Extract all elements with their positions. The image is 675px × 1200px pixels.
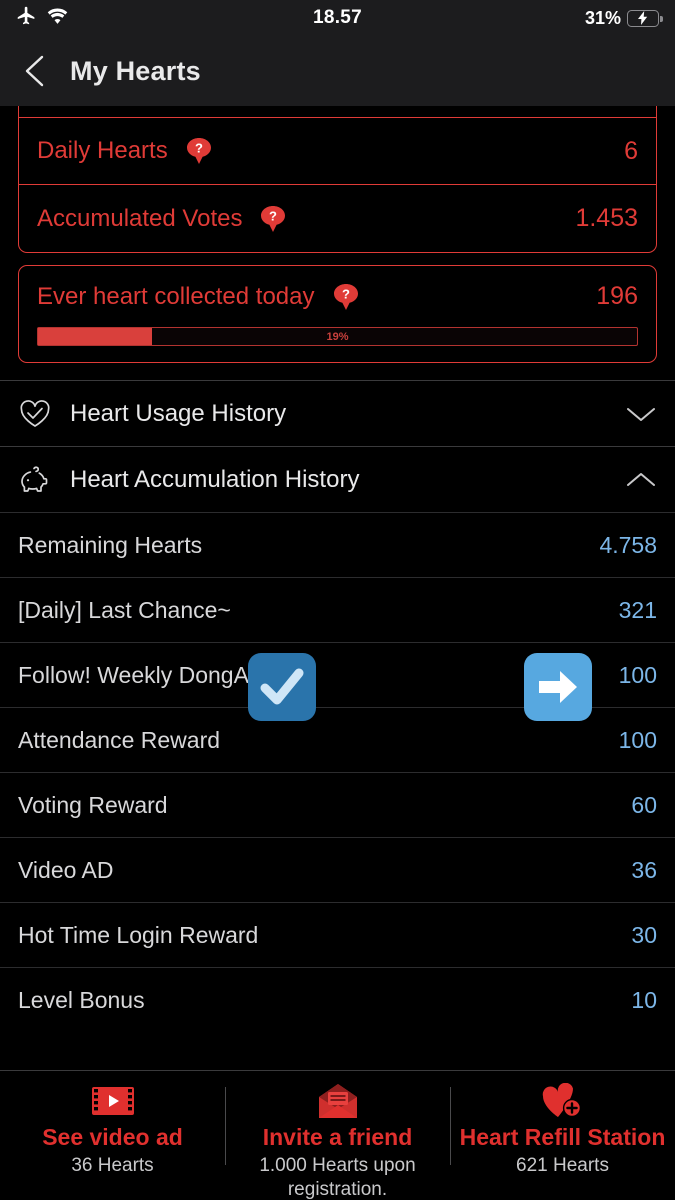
bottom-action-bar: See video ad 36 Hearts Invite a friend 1…: [0, 1070, 675, 1200]
bottom-action-invite-a-friend[interactable]: Invite a friend 1.000 Hearts upon regist…: [225, 1081, 450, 1200]
summary-row-label: Accumulated Votes: [37, 204, 243, 232]
airplane-mode-icon: [16, 5, 37, 31]
today-heart-header: Ever heart collected today ? 196: [37, 282, 638, 311]
svg-text:?: ?: [269, 208, 277, 223]
bottom-action-see-video-ad[interactable]: See video ad 36 Hearts: [0, 1081, 225, 1178]
heart-plus-icon: [541, 1081, 585, 1121]
table-row[interactable]: Hot Time Login Reward 30: [0, 902, 675, 967]
row-label: Level Bonus: [18, 986, 145, 1013]
bottom-action-subtitle: 36 Hearts: [71, 1155, 154, 1176]
today-heart-value: 196: [596, 282, 638, 310]
row-label: Attendance Reward: [18, 726, 221, 753]
row-value: 30: [631, 921, 657, 948]
bottom-action-title: Invite a friend: [262, 1124, 413, 1150]
table-row[interactable]: Level Bonus 10: [0, 967, 675, 1032]
summary-card: Daily Hearts ? 6 Accumulated Votes ? 1.4…: [18, 106, 657, 253]
status-bar-right: 31%: [584, 7, 663, 29]
section-label: Heart Accumulation History: [70, 465, 360, 493]
row-label: Voting Reward: [18, 791, 168, 818]
envelope-invite-icon: [317, 1081, 359, 1121]
progress-percent-label: 19%: [326, 330, 349, 343]
row-label: Remaining Hearts: [18, 531, 203, 558]
row-value: 60: [631, 791, 657, 818]
help-balloon-icon[interactable]: ?: [260, 205, 286, 233]
summary-row-value: 6: [624, 136, 638, 165]
help-balloon-icon[interactable]: ?: [333, 283, 359, 311]
battery-percent-label: 31%: [584, 7, 621, 28]
nav-bar: My Hearts: [0, 36, 675, 106]
table-row[interactable]: [Daily] Last Chance~ 321: [0, 577, 675, 642]
table-row[interactable]: Video AD 36: [0, 837, 675, 902]
bottom-action-title: Heart Refill Station: [459, 1124, 666, 1150]
status-bar-clock: 18.57: [312, 7, 363, 28]
video-film-icon: [91, 1081, 135, 1121]
row-value: 100: [618, 661, 657, 688]
right-arrow-badge[interactable]: [524, 653, 592, 721]
svg-text:?: ?: [342, 286, 350, 301]
row-value: 321: [618, 596, 657, 623]
status-bar-left: [16, 5, 69, 31]
charging-bolt-icon: [638, 11, 648, 25]
row-value: 10: [631, 986, 657, 1013]
summary-row-accumulated-votes[interactable]: Accumulated Votes ? 1.453: [19, 185, 656, 252]
row-value: 4.758: [599, 531, 657, 558]
summary-row-daily-hearts[interactable]: Daily Hearts ? 6: [19, 118, 656, 185]
today-heart-progress-bar: 19%: [37, 327, 638, 346]
section-heart-usage-history[interactable]: Heart Usage History: [0, 380, 675, 446]
accumulation-history-list: Remaining Hearts 4.758 [Daily] Last Chance…: [0, 512, 675, 1032]
back-chevron-icon[interactable]: [22, 54, 48, 88]
wifi-icon: [46, 7, 69, 30]
row-label: Hot Time Login Reward: [18, 921, 259, 948]
help-balloon-icon[interactable]: ?: [186, 137, 212, 165]
table-row[interactable]: Voting Reward 60: [0, 772, 675, 837]
summary-row-value: 1.453: [575, 204, 638, 232]
today-heart-label: Ever heart collected today: [37, 282, 315, 310]
row-value: 36: [631, 856, 657, 883]
app-screen: 18.57 31% My Hearts Daily Hearts ? 6 Acc…: [0, 0, 675, 1200]
table-row[interactable]: Remaining Hearts 4.758: [0, 512, 675, 577]
row-value: 100: [618, 726, 657, 753]
section-heart-accumulation-history[interactable]: Heart Accumulation History: [0, 446, 675, 512]
chevron-down-icon[interactable]: [625, 405, 657, 423]
chevron-up-icon[interactable]: [625, 471, 657, 489]
svg-text:?: ?: [195, 141, 203, 156]
summary-row-label: Daily Hearts: [37, 137, 168, 164]
bottom-action-subtitle: 1.000 Hearts upon registration.: [259, 1155, 416, 1200]
bottom-action-subtitle: 621 Hearts: [516, 1155, 609, 1176]
scroll-content[interactable]: Daily Hearts ? 6 Accumulated Votes ? 1.4…: [0, 106, 675, 1070]
row-label: [Daily] Last Chance~: [18, 596, 231, 623]
battery-icon: [627, 9, 663, 27]
section-label: Heart Usage History: [70, 399, 287, 427]
row-label: Follow! Weekly DongA: [18, 661, 249, 688]
check-mark-badge[interactable]: [248, 653, 316, 721]
row-label: Video AD: [18, 856, 114, 883]
bottom-action-heart-refill-station[interactable]: Heart Refill Station 621 Hearts: [450, 1081, 675, 1178]
status-bar: 18.57 31%: [0, 0, 675, 36]
today-heart-card: Ever heart collected today ? 196 19%: [18, 265, 657, 363]
bottom-action-title: See video ad: [42, 1124, 183, 1150]
page-title: My Hearts: [70, 55, 201, 86]
summary-card-cut-row: [19, 106, 656, 118]
piggy-bank-icon: [18, 464, 56, 496]
heart-check-icon: [18, 399, 56, 429]
